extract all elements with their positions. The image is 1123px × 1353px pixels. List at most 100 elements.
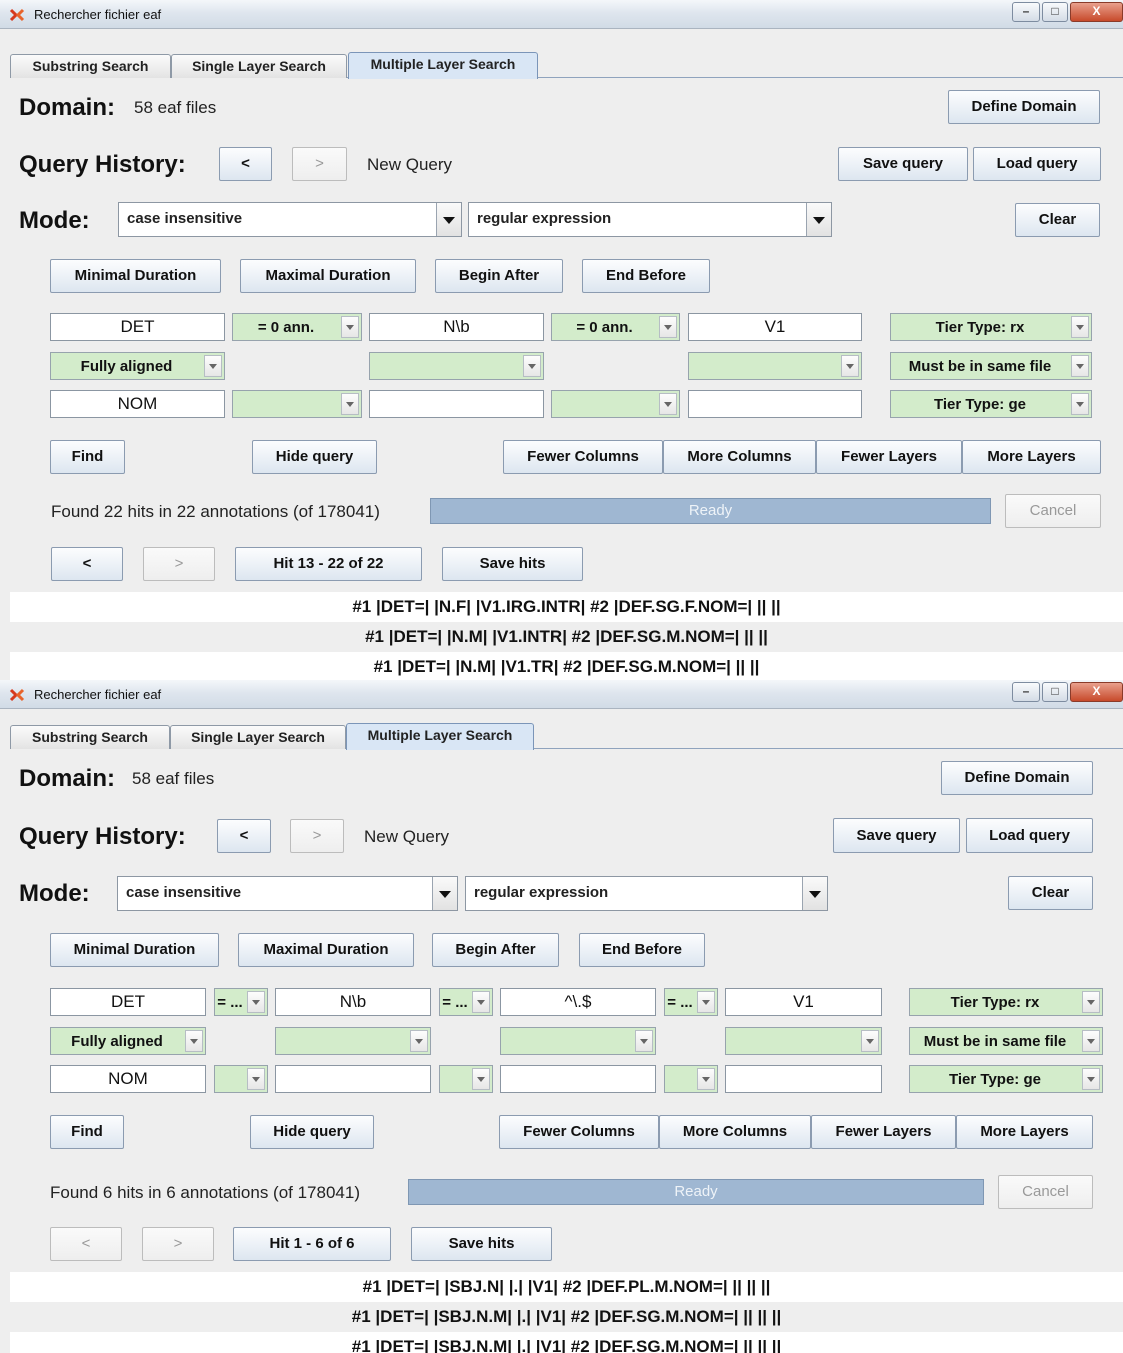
minimize-button[interactable]: – xyxy=(1012,2,1040,22)
hit-range-button[interactable]: Hit 13 - 22 of 22 xyxy=(235,547,422,581)
cancel-button[interactable]: Cancel xyxy=(998,1175,1093,1209)
distance-select-r1c1[interactable]: = ... xyxy=(214,988,268,1016)
query-field-r3c1[interactable]: NOM xyxy=(50,390,225,418)
layer-relation-select-c3[interactable] xyxy=(500,1027,656,1055)
alignment-select[interactable]: Fully aligned xyxy=(50,1027,206,1055)
layer-relation-select-c4[interactable] xyxy=(725,1027,882,1055)
save-hits-button[interactable]: Save hits xyxy=(411,1227,552,1261)
minimal-duration-button[interactable]: Minimal Duration xyxy=(50,259,221,293)
distance-select-r1c2[interactable]: = ... xyxy=(439,988,493,1016)
distance-select-r3c2[interactable] xyxy=(439,1065,493,1093)
tab-substring-search[interactable]: Substring Search xyxy=(10,54,171,78)
history-back-button[interactable]: < xyxy=(217,819,271,853)
query-field-r1c2[interactable]: N\b xyxy=(275,988,431,1016)
distance-select-r3c3[interactable] xyxy=(664,1065,718,1093)
distance-select-r3c1[interactable] xyxy=(214,1065,268,1093)
query-field-r1c3[interactable]: ^\.$ xyxy=(500,988,656,1016)
minimal-duration-button[interactable]: Minimal Duration xyxy=(50,933,219,967)
clear-button[interactable]: Clear xyxy=(1008,876,1093,910)
more-layers-button[interactable]: More Layers xyxy=(956,1115,1093,1149)
history-forward-button[interactable]: > xyxy=(292,147,347,181)
distance-select-r1c2[interactable]: = 0 ann. xyxy=(551,313,680,341)
save-query-button[interactable]: Save query xyxy=(838,147,968,181)
fewer-columns-button[interactable]: Fewer Columns xyxy=(499,1115,659,1149)
title-bar[interactable]: Rechercher fichier eaf – □ X xyxy=(0,680,1123,709)
load-query-button[interactable]: Load query xyxy=(966,818,1093,853)
hit-range-button[interactable]: Hit 1 - 6 of 6 xyxy=(233,1227,391,1261)
tab-multiple-layer-search[interactable]: Multiple Layer Search xyxy=(348,52,538,79)
maximize-button[interactable]: □ xyxy=(1042,2,1068,22)
maximal-duration-button[interactable]: Maximal Duration xyxy=(238,933,414,967)
more-columns-button[interactable]: More Columns xyxy=(663,440,816,474)
search-type-select[interactable]: regular expression xyxy=(465,876,828,911)
begin-after-button[interactable]: Begin After xyxy=(435,259,563,293)
maximal-duration-button[interactable]: Maximal Duration xyxy=(240,259,416,293)
close-button[interactable]: X xyxy=(1070,2,1123,22)
fewer-layers-button[interactable]: Fewer Layers xyxy=(816,440,962,474)
more-columns-button[interactable]: More Columns xyxy=(659,1115,811,1149)
close-button[interactable]: X xyxy=(1070,682,1123,702)
query-field-r1c3[interactable]: V1 xyxy=(688,313,862,341)
query-field-r3c2[interactable] xyxy=(369,390,544,418)
query-field-r1c1[interactable]: DET xyxy=(50,313,225,341)
more-layers-button[interactable]: More Layers xyxy=(962,440,1101,474)
title-bar[interactable]: Rechercher fichier eaf – □ X xyxy=(0,0,1123,29)
layer-relation-select-c2[interactable] xyxy=(369,352,544,380)
cancel-button[interactable]: Cancel xyxy=(1005,494,1101,528)
find-button[interactable]: Find xyxy=(50,1115,124,1149)
define-domain-button[interactable]: Define Domain xyxy=(941,761,1093,795)
tier-type-select-r3[interactable]: Tier Type: ge xyxy=(890,390,1092,418)
hide-query-button[interactable]: Hide query xyxy=(252,440,377,474)
save-query-button[interactable]: Save query xyxy=(833,818,960,853)
begin-after-button[interactable]: Begin After xyxy=(432,933,559,967)
result-row[interactable]: #1 |DET=| |SBJ.N.M| |.| |V1| #2 |DEF.SG.… xyxy=(10,1332,1123,1353)
query-field-r3c4[interactable] xyxy=(725,1065,882,1093)
fewer-layers-button[interactable]: Fewer Layers xyxy=(811,1115,956,1149)
end-before-button[interactable]: End Before xyxy=(579,933,705,967)
layer-relation-select-c2[interactable] xyxy=(275,1027,431,1055)
fewer-columns-button[interactable]: Fewer Columns xyxy=(503,440,663,474)
tab-substring-search[interactable]: Substring Search xyxy=(10,725,170,749)
result-row[interactable]: #1 |DET=| |SBJ.N.M| |.| |V1| #2 |DEF.SG.… xyxy=(10,1302,1123,1332)
history-back-button[interactable]: < xyxy=(219,147,272,181)
query-field-r1c1[interactable]: DET xyxy=(50,988,206,1016)
find-button[interactable]: Find xyxy=(50,440,125,474)
hide-query-button[interactable]: Hide query xyxy=(250,1115,374,1149)
result-row[interactable]: #1 |DET=| |SBJ.N| |.| |V1| #2 |DEF.PL.M.… xyxy=(10,1272,1123,1302)
tier-type-select-r3[interactable]: Tier Type: ge xyxy=(909,1065,1103,1093)
distance-select-r3c1[interactable] xyxy=(232,390,362,418)
file-scope-select[interactable]: Must be in same file xyxy=(890,352,1092,380)
result-row[interactable]: #1 |DET=| |N.M| |V1.TR| #2 |DEF.SG.M.NOM… xyxy=(10,652,1123,680)
define-domain-button[interactable]: Define Domain xyxy=(948,90,1100,124)
query-field-r3c2[interactable] xyxy=(275,1065,431,1093)
previous-hits-button[interactable]: < xyxy=(50,1227,122,1261)
minimize-button[interactable]: – xyxy=(1012,682,1040,702)
end-before-button[interactable]: End Before xyxy=(582,259,710,293)
distance-select-r3c2[interactable] xyxy=(551,390,680,418)
next-hits-button[interactable]: > xyxy=(142,1227,214,1261)
query-field-r1c2[interactable]: N\b xyxy=(369,313,544,341)
history-forward-button[interactable]: > xyxy=(290,819,344,853)
tier-type-select-r1[interactable]: Tier Type: rx xyxy=(890,313,1092,341)
clear-button[interactable]: Clear xyxy=(1015,203,1100,237)
result-row[interactable]: #1 |DET=| |N.F| |V1.IRG.INTR| #2 |DEF.SG… xyxy=(10,592,1123,622)
case-mode-select[interactable]: case insensitive xyxy=(118,202,462,237)
query-field-r3c3[interactable] xyxy=(500,1065,656,1093)
search-type-select[interactable]: regular expression xyxy=(468,202,832,237)
tab-multiple-layer-search[interactable]: Multiple Layer Search xyxy=(346,723,534,750)
case-mode-select[interactable]: case insensitive xyxy=(117,876,458,911)
query-field-r1c4[interactable]: V1 xyxy=(725,988,882,1016)
distance-select-r1c1[interactable]: = 0 ann. xyxy=(232,313,362,341)
tab-single-layer-search[interactable]: Single Layer Search xyxy=(171,54,347,78)
maximize-button[interactable]: □ xyxy=(1042,682,1068,702)
layer-relation-select-c3[interactable] xyxy=(688,352,862,380)
query-field-r3c3[interactable] xyxy=(688,390,862,418)
query-field-r3c1[interactable]: NOM xyxy=(50,1065,206,1093)
tab-single-layer-search[interactable]: Single Layer Search xyxy=(170,725,346,749)
distance-select-r1c3[interactable]: = ... xyxy=(664,988,718,1016)
previous-hits-button[interactable]: < xyxy=(51,547,123,581)
alignment-select[interactable]: Fully aligned xyxy=(50,352,225,380)
save-hits-button[interactable]: Save hits xyxy=(442,547,583,581)
file-scope-select[interactable]: Must be in same file xyxy=(909,1027,1103,1055)
next-hits-button[interactable]: > xyxy=(143,547,215,581)
